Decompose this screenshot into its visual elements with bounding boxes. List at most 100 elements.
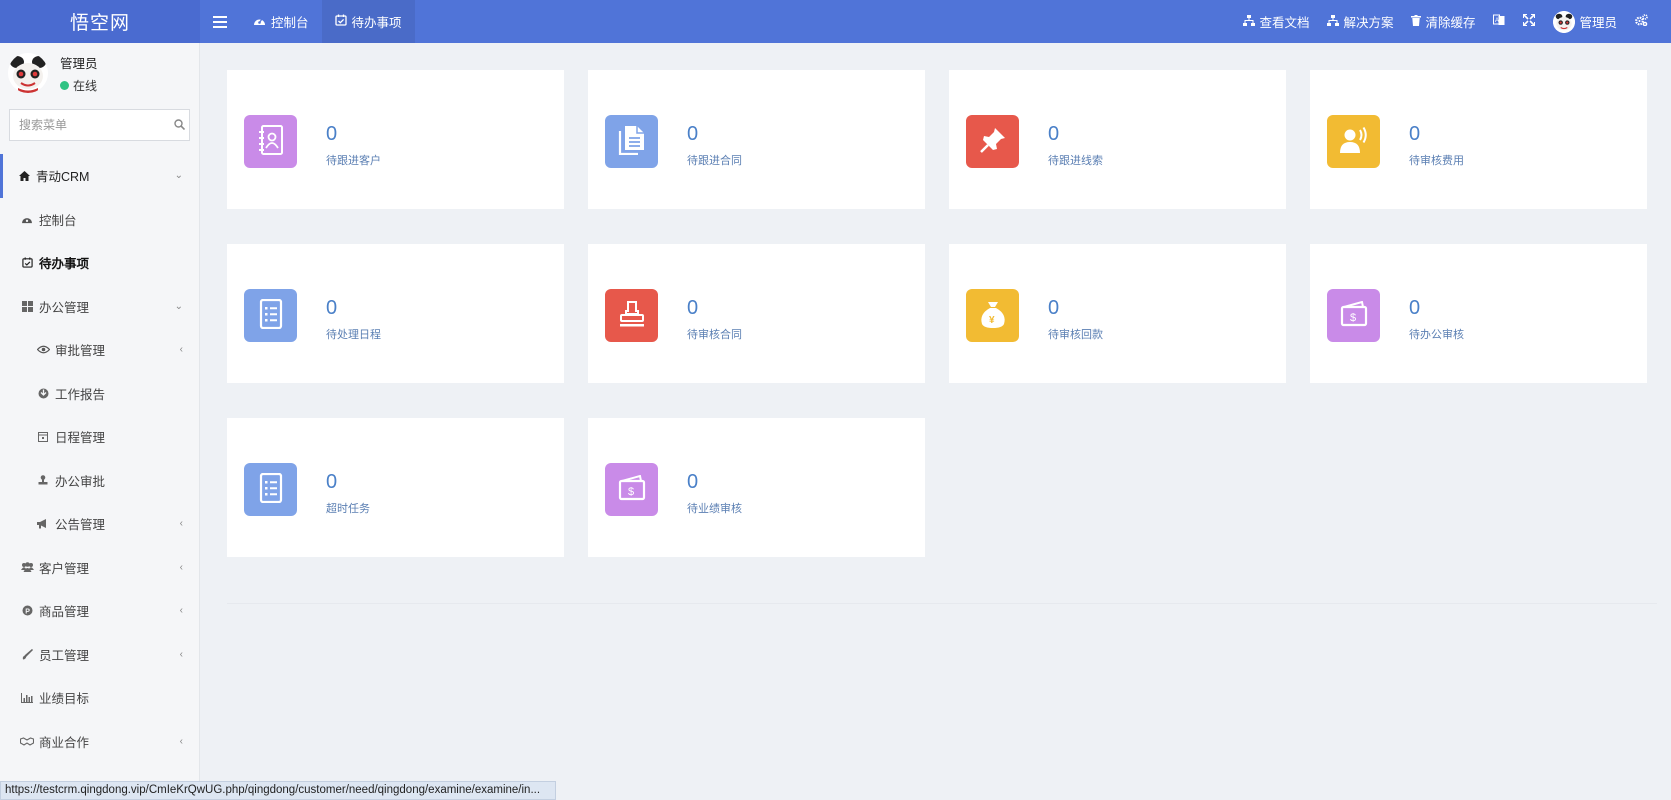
windows-icon: [20, 300, 34, 312]
sidebar-item-schedule[interactable]: 日程管理: [0, 415, 199, 459]
card-label: 待跟进客户: [326, 155, 381, 167]
card-label: 待审核费用: [1409, 155, 1464, 167]
top-bar: 悟空网 控制台 待办事项 查看文档 解决方案 清除缓存 A 管理员: [0, 0, 1671, 43]
todo-card-pending-schedules[interactable]: 0 待处理日程: [227, 244, 564, 383]
avatar[interactable]: [8, 53, 48, 93]
view-docs-link[interactable]: 查看文档: [1234, 0, 1318, 43]
online-dot-icon: [60, 80, 69, 90]
translate-icon: A: [1493, 14, 1505, 29]
card-count: 0: [326, 297, 338, 319]
todo-card-overdue-tasks[interactable]: 0 超时任务: [227, 418, 564, 557]
sidebar-item-label: 办公管理: [39, 300, 90, 315]
card-label: 待跟进合同: [687, 155, 742, 167]
sidebar-item-business-cooperation[interactable]: 商业合作 ‹: [0, 720, 199, 764]
trash-icon: [1411, 14, 1422, 29]
sidebar-item-announcements[interactable]: 公告管理 ‹: [0, 502, 199, 546]
sidebar: 管理员 在线 青动CRM ⌄ 控制台 待办事项 办公管理 ⌄: [0, 43, 200, 800]
document-icon: [618, 125, 646, 158]
card-label: 待审核回款: [1048, 329, 1103, 341]
card-label: 待审核合同: [687, 329, 742, 341]
sidebar-item-performance-goals[interactable]: 业绩目标: [0, 676, 199, 720]
sidebar-item-label: 待办事项: [39, 257, 90, 272]
wallet-icon: $: [1340, 300, 1368, 330]
wallet-icon: $: [618, 474, 646, 504]
main-content: 0 待跟进客户 0 待跟进合同 0 待跟进线索 0 待审核费用 0 待处理日程: [200, 43, 1671, 800]
sidebar-item-dashboard[interactable]: 控制台: [0, 198, 199, 242]
calendar-icon: [36, 431, 50, 443]
list-icon: [258, 472, 284, 506]
todo-card-follow-contracts[interactable]: 0 待跟进合同: [588, 70, 925, 209]
tab-dashboard[interactable]: 控制台: [240, 0, 322, 43]
card-count: 0: [1048, 297, 1060, 319]
svg-text:¥: ¥: [989, 315, 995, 326]
list-icon: [258, 298, 284, 332]
avatar: [1553, 10, 1576, 33]
app-logo[interactable]: 悟空网: [0, 0, 200, 43]
bullhorn-icon: [36, 518, 50, 529]
todo-card-performance-review[interactable]: $ 0 待业绩审核: [588, 418, 925, 557]
card-count: 0: [687, 123, 699, 145]
sidebar-item-office-approval[interactable]: 办公审批: [0, 459, 199, 503]
card-icon-tile: [966, 115, 1019, 168]
card-icon-tile: $: [1327, 289, 1380, 342]
sidebar-item-products[interactable]: P 商品管理 ‹: [0, 589, 199, 633]
menu-toggle-icon[interactable]: [200, 0, 240, 43]
card-icon-tile: [605, 289, 658, 342]
expand-icon: [1522, 13, 1537, 29]
eye-icon: [36, 345, 50, 354]
contact-book-icon: [256, 124, 286, 159]
sidebar-item-work-report[interactable]: 工作报告: [0, 372, 199, 416]
stamp-icon: [36, 474, 50, 486]
menu-search-input[interactable]: [19, 118, 174, 132]
user-panel: 管理员 在线: [0, 43, 199, 103]
sidebar-item-label: 商品管理: [39, 605, 90, 620]
sidebar-item-label: 控制台: [39, 213, 77, 228]
card-count: 0: [1048, 123, 1060, 145]
sidebar-item-office[interactable]: 办公管理 ⌄: [0, 285, 199, 329]
clear-cache-label: 清除缓存: [1425, 16, 1476, 30]
sidebar-item-qingdong-crm[interactable]: 青动CRM ⌄: [0, 154, 199, 198]
sidebar-item-label: 办公审批: [55, 474, 106, 489]
sitemap-icon: [1243, 14, 1256, 29]
calendar-check-icon: [334, 14, 347, 29]
search-icon[interactable]: [174, 118, 186, 133]
user-menu-label: 管理员: [1579, 16, 1617, 30]
svg-text:P: P: [25, 609, 30, 616]
clear-cache-button[interactable]: 清除缓存: [1402, 0, 1484, 43]
sidebar-item-label: 业绩目标: [39, 692, 90, 707]
svg-text:A: A: [1495, 18, 1499, 24]
sidebar-item-label: 商业合作: [39, 735, 90, 750]
sidebar-item-todo[interactable]: 待办事项: [0, 241, 199, 285]
card-icon-tile: [605, 115, 658, 168]
todo-card-review-payments[interactable]: ¥ 0 待审核回款: [949, 244, 1286, 383]
user-menu[interactable]: 管理员: [1544, 0, 1626, 43]
sidebar-item-approval[interactable]: 审批管理 ‹: [0, 328, 199, 372]
todo-card-review-expenses[interactable]: 0 待审核费用: [1310, 70, 1647, 209]
chevron-down-icon: ⌄: [174, 170, 183, 182]
browser-status-url: https://testcrm.qingdong.vip/CmIeKrQwUG.…: [0, 781, 556, 800]
todo-card-review-contracts[interactable]: 0 待审核合同: [588, 244, 925, 383]
user-voice-icon: [1339, 126, 1369, 157]
card-count: 0: [687, 471, 699, 493]
todo-card-office-review[interactable]: $ 0 待办公审核: [1310, 244, 1647, 383]
card-icon-tile: [244, 289, 297, 342]
card-icon-tile: [244, 463, 297, 516]
svg-text:$: $: [1350, 312, 1356, 324]
card-label: 待办公审核: [1409, 329, 1464, 341]
calendar-check-icon: [20, 257, 34, 268]
tab-todo[interactable]: 待办事项: [321, 0, 415, 43]
translate-button[interactable]: A: [1484, 0, 1514, 43]
top-right-tools: 查看文档 解决方案 清除缓存 A 管理员: [1234, 0, 1671, 43]
chevron-left-icon: ‹: [179, 605, 183, 617]
user-status-label: 在线: [73, 78, 98, 93]
chevron-left-icon: ‹: [179, 344, 183, 356]
settings-button[interactable]: [1626, 0, 1657, 43]
solutions-link[interactable]: 解决方案: [1318, 0, 1402, 43]
todo-card-follow-leads[interactable]: 0 待跟进线索: [949, 70, 1286, 209]
user-name: 管理员: [60, 56, 98, 71]
todo-card-follow-customers[interactable]: 0 待跟进客户: [227, 70, 564, 209]
fullscreen-button[interactable]: [1514, 0, 1544, 43]
sidebar-item-employees[interactable]: 员工管理 ‹: [0, 633, 199, 677]
sidebar-item-customers[interactable]: 客户管理 ‹: [0, 546, 199, 590]
dashboard-icon: [253, 15, 266, 29]
